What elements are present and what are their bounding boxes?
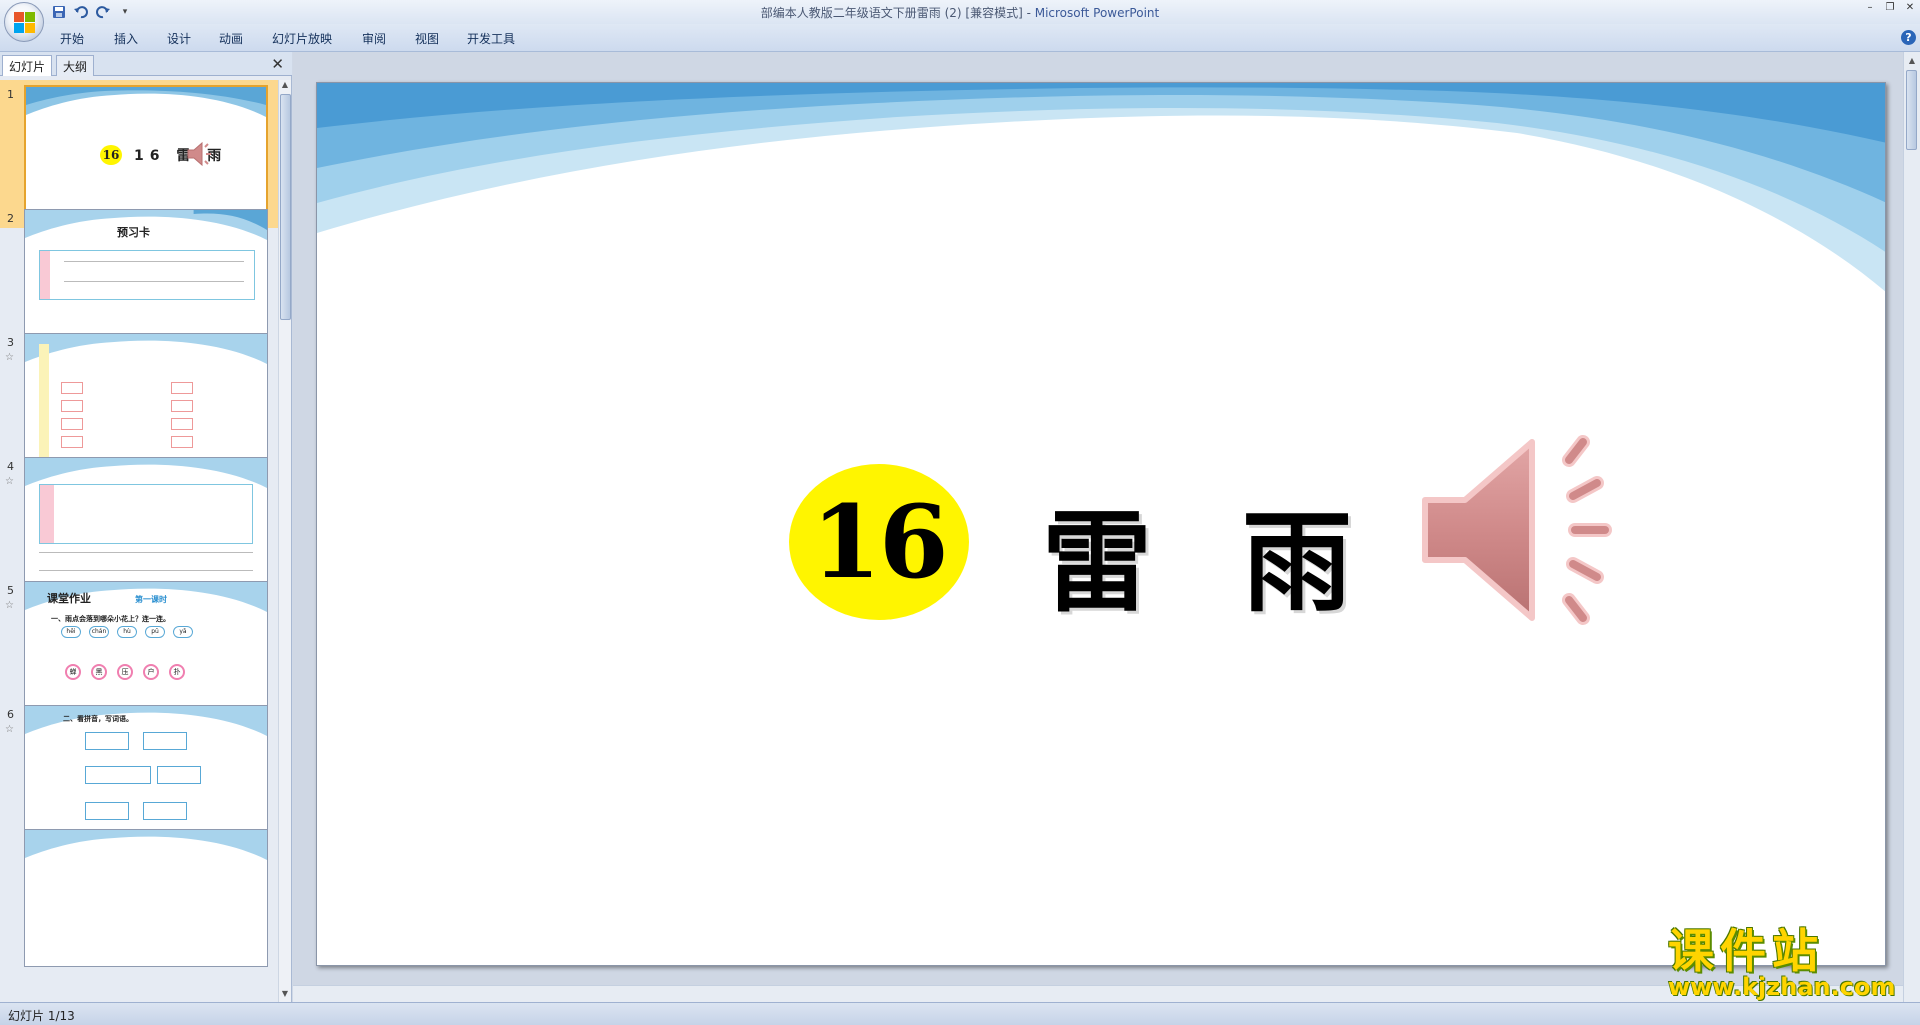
- tab-design[interactable]: 设计: [167, 30, 191, 47]
- tab-review[interactable]: 审阅: [362, 30, 386, 47]
- slide-title-char-2[interactable]: 雨: [1242, 473, 1352, 633]
- scroll-down-icon[interactable]: ▼: [279, 989, 291, 998]
- window-title: 部编本人教版二年级语文下册雷雨 (2) [兼容模式] - Microsoft P…: [760, 6, 1160, 20]
- thumb-subtitle: 第一课时: [135, 595, 167, 604]
- thumb-table: [39, 250, 255, 300]
- slide-editing-area: 16 雷 雨 ▲: [293, 52, 1920, 1002]
- wave-decoration: [25, 830, 267, 860]
- status-bar: 幻灯片 1/13: [0, 1002, 1920, 1025]
- slide-canvas[interactable]: 16 雷 雨: [316, 82, 1886, 966]
- slides-pane: 幻灯片 大纲 ✕ 1 16 16 雷 雨 2 预习卡 3 ☆ 4 ☆ 5 ☆ 课…: [0, 52, 292, 1002]
- close-icon[interactable]: ✕: [1904, 2, 1916, 14]
- thumb-cloud-row: hēi chán hù pū yā: [61, 626, 193, 638]
- ribbon-tab-bar: 开始 插入 设计 动画 幻灯片放映 审阅 视图 开发工具 ?: [0, 24, 1920, 52]
- thumbnail-number: 6: [7, 708, 14, 721]
- thumb-title: 课堂作业: [47, 592, 91, 605]
- office-button[interactable]: [4, 2, 44, 42]
- thumb-question: 二、看拼音，写词语。: [63, 715, 133, 723]
- thumb-grid: [61, 382, 251, 448]
- flower-label: 黑: [91, 664, 107, 680]
- title-bar: ▾ 部编本人教版二年级语文下册雷雨 (2) [兼容模式] - Microsoft…: [0, 0, 1920, 24]
- tab-developer[interactable]: 开发工具: [467, 30, 515, 47]
- cloud-label: yā: [173, 626, 193, 638]
- cloud-label: hēi: [61, 626, 81, 638]
- thumbnail-canvas: 二、看拼音，写词语。: [24, 705, 268, 843]
- flower-label: 户: [143, 664, 159, 680]
- thumb-table: [39, 484, 253, 544]
- cloud-label: chán: [89, 626, 109, 638]
- tab-slideshow[interactable]: 幻灯片放映: [272, 30, 332, 47]
- watermark-url: www.kjzhan.com: [1668, 973, 1896, 1001]
- lesson-number-badge[interactable]: 16: [789, 464, 969, 620]
- office-logo-icon: [14, 12, 35, 33]
- close-pane-icon[interactable]: ✕: [271, 55, 284, 73]
- thumb-sidebar: [39, 344, 49, 464]
- pane-tab-bar: 幻灯片 大纲 ✕: [0, 52, 292, 76]
- wave-decoration: [25, 334, 267, 364]
- window-controls: – ❐ ✕: [1864, 2, 1916, 14]
- tab-insert[interactable]: 插入: [114, 30, 138, 47]
- tab-animations[interactable]: 动画: [219, 30, 243, 47]
- scroll-up-icon[interactable]: ▲: [279, 80, 291, 89]
- lesson-number: 16: [811, 483, 948, 601]
- minimize-icon[interactable]: –: [1864, 2, 1876, 14]
- cloud-label: pū: [145, 626, 165, 638]
- slide-scrollbar[interactable]: ▲: [1903, 52, 1920, 1002]
- watermark-logo: 课件站 www.kjzhan.com: [1668, 925, 1908, 1001]
- cloud-label: hù: [117, 626, 137, 638]
- tab-view[interactable]: 视图: [415, 30, 439, 47]
- thumb-title: 预习卡: [117, 226, 150, 239]
- animation-star-icon: ☆: [5, 352, 14, 363]
- thumbnail-canvas: [24, 333, 268, 471]
- thumb-number-badge: 16: [100, 145, 122, 165]
- slide-title-char-1[interactable]: 雷: [1042, 473, 1152, 633]
- horizontal-scrollbar[interactable]: [293, 985, 1903, 1002]
- flower-label: 蝉: [65, 664, 81, 680]
- help-icon[interactable]: ?: [1901, 30, 1916, 45]
- watermark-title: 课件站: [1668, 924, 1824, 978]
- thumbnail-canvas: [24, 457, 268, 595]
- restore-icon[interactable]: ❐: [1884, 2, 1896, 14]
- thumbnail-scrollbar[interactable]: ▲ ▼: [278, 80, 291, 1002]
- thumbnail-canvas: 预习卡: [24, 209, 268, 347]
- tab-outline[interactable]: 大纲: [56, 55, 95, 76]
- tab-slides[interactable]: 幻灯片: [2, 55, 53, 76]
- thumbnail-number: 1: [7, 88, 14, 101]
- flower-label: 压: [117, 664, 133, 680]
- tab-home[interactable]: 开始: [60, 30, 84, 47]
- wave-decoration: [26, 87, 266, 117]
- animation-star-icon: ☆: [5, 724, 14, 735]
- scroll-up-icon[interactable]: ▲: [1904, 56, 1920, 65]
- thumbnail-canvas: [24, 829, 268, 967]
- thumbnail-number: 4: [7, 460, 14, 473]
- animation-star-icon: ☆: [5, 600, 14, 611]
- thumbnail-number: 3: [7, 336, 14, 349]
- thumb-question: 一、雨点会落到哪朵小花上？连一连。: [51, 615, 170, 623]
- thumbnail-number: 2: [7, 212, 14, 225]
- wave-decoration: [317, 83, 1885, 292]
- slide-counter: 幻灯片 1/13: [8, 1009, 75, 1023]
- speaker-icon[interactable]: [1417, 428, 1647, 638]
- thumbnail-list: 1 16 16 雷 雨 2 预习卡 3 ☆ 4 ☆ 5 ☆ 课堂作业 第一课时 …: [0, 80, 278, 1002]
- flower-label: 扑: [169, 664, 185, 680]
- thumbnail-canvas: 16 16 雷 雨: [24, 85, 268, 223]
- thumb-flower-row: 蝉 黑 压 户 扑: [65, 664, 185, 680]
- thumbnail-number: 5: [7, 584, 14, 597]
- slide-thumbnail-7[interactable]: [0, 824, 278, 972]
- animation-star-icon: ☆: [5, 476, 14, 487]
- speaker-icon: [187, 141, 211, 167]
- scrollbar-thumb[interactable]: [280, 94, 291, 320]
- scrollbar-thumb[interactable]: [1906, 70, 1917, 150]
- thumbnail-canvas: 课堂作业 第一课时 一、雨点会落到哪朵小花上？连一连。 hēi chán hù …: [24, 581, 268, 719]
